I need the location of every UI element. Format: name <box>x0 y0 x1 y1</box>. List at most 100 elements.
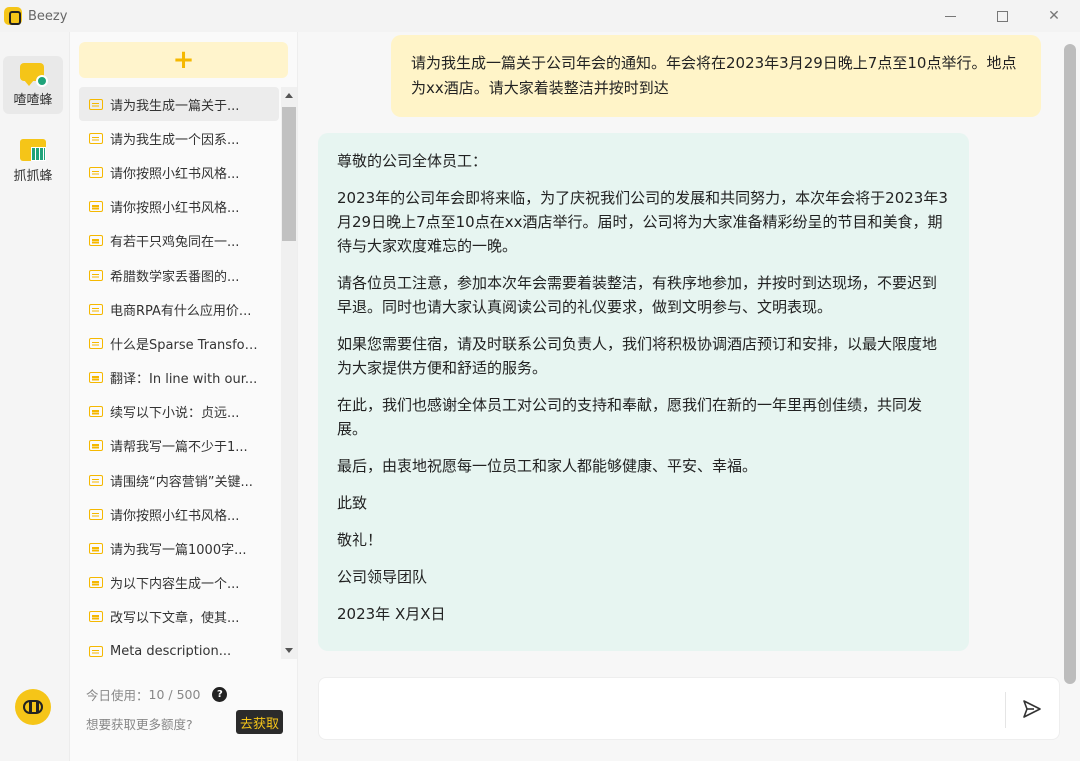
chat-bubble-icon <box>89 577 103 589</box>
message-composer <box>318 677 1060 740</box>
history-item-label: 请围绕“内容营销”关键... <box>110 474 253 490</box>
history-item-label: 请你按照小红书风格... <box>110 166 240 182</box>
maximize-icon <box>996 10 1008 22</box>
chat-bubble-icon <box>89 440 103 452</box>
close-button[interactable]: ✕ <box>1028 0 1080 32</box>
chat-scrollbar-thumb[interactable] <box>1064 44 1076 684</box>
divider <box>1005 692 1006 728</box>
history-list: 请为我生成一篇关于... 请为我生成一个因系... 请你按照小红书风格... 请你按照… <box>79 87 279 657</box>
history-item[interactable]: 电商RPA有什么应用价... <box>79 292 279 326</box>
history-item-label: 希腊数学家丢番图的... <box>110 269 240 285</box>
chat-bubble-icon <box>89 474 103 486</box>
assistant-message: 尊敬的公司全体员工： 2023年的公司年会即将来临，为了庆祝我们公司的发展和共同努… <box>318 133 969 651</box>
chat-bubble-icon <box>89 611 103 623</box>
chat-bubble-icon <box>89 98 103 110</box>
user-message: 请为我生成一篇关于公司年会的通知。年会将在2023年3月29日晚上7点至10点举… <box>391 35 1041 117</box>
maximize-button[interactable] <box>976 0 1028 32</box>
history-item-label: 请为我生成一篇关于... <box>110 98 240 114</box>
history-item[interactable]: 什么是Sparse Transfor... <box>79 326 279 360</box>
window-controls: ✕ <box>924 0 1080 32</box>
quota-question: 想要获取更多额度? <box>86 717 193 732</box>
message-input[interactable] <box>331 688 991 730</box>
chat-bubble-icon <box>89 645 103 657</box>
assistant-paragraph: 敬礼！ <box>337 531 383 549</box>
history-item[interactable]: 续写以下小说：贞远... <box>79 395 279 429</box>
beezy-logo-icon <box>4 7 22 25</box>
history-item-label: 有若干只鸡兔同在一... <box>110 235 240 251</box>
chat-bubble-icon <box>89 201 103 213</box>
assistant-paragraph: 尊敬的公司全体员工： <box>337 152 488 170</box>
history-item-label: 请为我写一篇1000字... <box>110 543 247 559</box>
close-icon: ✕ <box>1048 8 1060 24</box>
new-chat-button[interactable]: + <box>79 42 288 78</box>
assistant-paragraph: 请各位员工注意，参加本次年会需要着装整洁，有秩序地参加，并按时到达现场，不要迟到… <box>337 274 938 316</box>
rail-item-chat[interactable]: 喳喳蜂 <box>3 56 63 114</box>
scroll-down-icon[interactable] <box>285 648 293 653</box>
history-scrollbar[interactable] <box>281 87 297 659</box>
history-item[interactable]: 请围绕“内容营销”关键... <box>79 463 279 497</box>
usage-indicator: 今日使用： 10 / 500 ? <box>86 685 228 704</box>
history-item[interactable]: 请你按照小红书风格... <box>79 190 279 224</box>
history-item-label: 什么是Sparse Transfor... <box>110 337 260 353</box>
usage-label: 今日使用： <box>86 688 149 703</box>
chat-bee-icon <box>20 62 48 87</box>
rail-item-grab[interactable]: 抓抓蜂 <box>3 132 63 190</box>
history-item-label: 请帮我写一篇不少于1... <box>110 440 248 456</box>
get-more-button[interactable]: 去获取 <box>236 710 283 734</box>
title-bar: Beezy ✕ <box>0 0 1080 32</box>
chat-bubble-icon <box>89 132 103 144</box>
history-item[interactable]: Meta description... <box>79 634 279 657</box>
grab-bee-icon <box>20 138 46 161</box>
assistant-paragraph: 在此，我们也感谢全体员工对公司的支持和奉献，愿我们在新的一年里再创佳绩，共同发展… <box>337 396 923 438</box>
history-item[interactable]: 翻译：In line with our... <box>79 361 279 395</box>
history-item-label: Meta description... <box>110 643 232 657</box>
history-item[interactable]: 希腊数学家丢番图的... <box>79 258 279 292</box>
history-item[interactable]: 请帮我写一篇不少于1... <box>79 429 279 463</box>
history-item-label: 请你按照小红书风格... <box>110 201 240 217</box>
chat-bubble-icon <box>89 269 103 281</box>
history-item-label: 续写以下小说：贞远... <box>110 406 240 422</box>
history-item-label: 为以下内容生成一个... <box>110 577 240 593</box>
history-item[interactable]: 请你按照小红书风格... <box>79 155 279 189</box>
usage-value: 10 / 500 <box>148 687 201 702</box>
chat-bubble-icon <box>89 372 103 384</box>
rail-item-label: 喳喳蜂 <box>13 92 53 108</box>
history-item[interactable]: 请你按照小红书风格... <box>79 497 279 531</box>
history-item[interactable]: 改写以下文章，使其... <box>79 600 279 634</box>
history-item[interactable]: 请为我写一篇1000字... <box>79 531 279 565</box>
history-item[interactable]: 请为我生成一篇关于... <box>79 87 279 122</box>
minimize-icon <box>944 15 956 17</box>
history-item-label: 请为我生成一个因系... <box>110 132 240 148</box>
chat-bubble-icon <box>89 235 103 247</box>
history-item[interactable]: 为以下内容生成一个... <box>79 566 279 600</box>
avatar[interactable] <box>15 689 51 725</box>
assistant-paragraph: 2023年 X月X日 <box>337 605 446 623</box>
assistant-paragraph: 此致 <box>337 494 368 512</box>
chat-area: 请为我生成一篇关于公司年会的通知。年会将在2023年3月29日晚上7点至10点举… <box>298 32 1080 761</box>
send-button[interactable] <box>1019 696 1045 722</box>
app-title: Beezy <box>28 8 68 24</box>
history-item-label: 电商RPA有什么应用价... <box>110 303 252 319</box>
chat-bubble-icon <box>89 337 103 349</box>
chat-bubble-icon <box>89 166 103 178</box>
chat-bubble-icon <box>89 303 103 315</box>
history-sidebar: + 请为我生成一篇关于... 请为我生成一个因系... 请你按照小红书风格... 请你… <box>70 32 298 761</box>
assistant-paragraph: 2023年的公司年会即将来临，为了庆祝我们公司的发展和共同努力，本次年会将于20… <box>337 189 948 255</box>
history-item-label: 改写以下文章，使其... <box>110 611 240 627</box>
history-item[interactable]: 请为我生成一个因系... <box>79 121 279 155</box>
chat-bubble-icon <box>89 543 103 555</box>
history-item-label: 请你按照小红书风格... <box>110 508 240 524</box>
history-item[interactable]: 有若干只鸡兔同在一... <box>79 224 279 258</box>
assistant-paragraph: 公司领导团队 <box>337 568 428 586</box>
left-rail: 喳喳蜂 抓抓蜂 <box>0 32 70 761</box>
send-icon <box>1023 700 1041 718</box>
scrollbar-thumb[interactable] <box>282 107 296 241</box>
help-icon[interactable]: ? <box>212 687 228 702</box>
chat-bubble-icon <box>89 406 103 418</box>
history-item-label: 翻译：In line with our... <box>110 372 258 388</box>
scroll-up-icon[interactable] <box>285 93 293 98</box>
bee-icon <box>23 700 43 714</box>
minimize-button[interactable] <box>924 0 976 32</box>
chat-bubble-icon <box>89 508 103 520</box>
assistant-paragraph: 如果您需要住宿，请及时联系公司负责人，我们将积极协调酒店预订和安排，以最大限度地… <box>337 335 938 377</box>
